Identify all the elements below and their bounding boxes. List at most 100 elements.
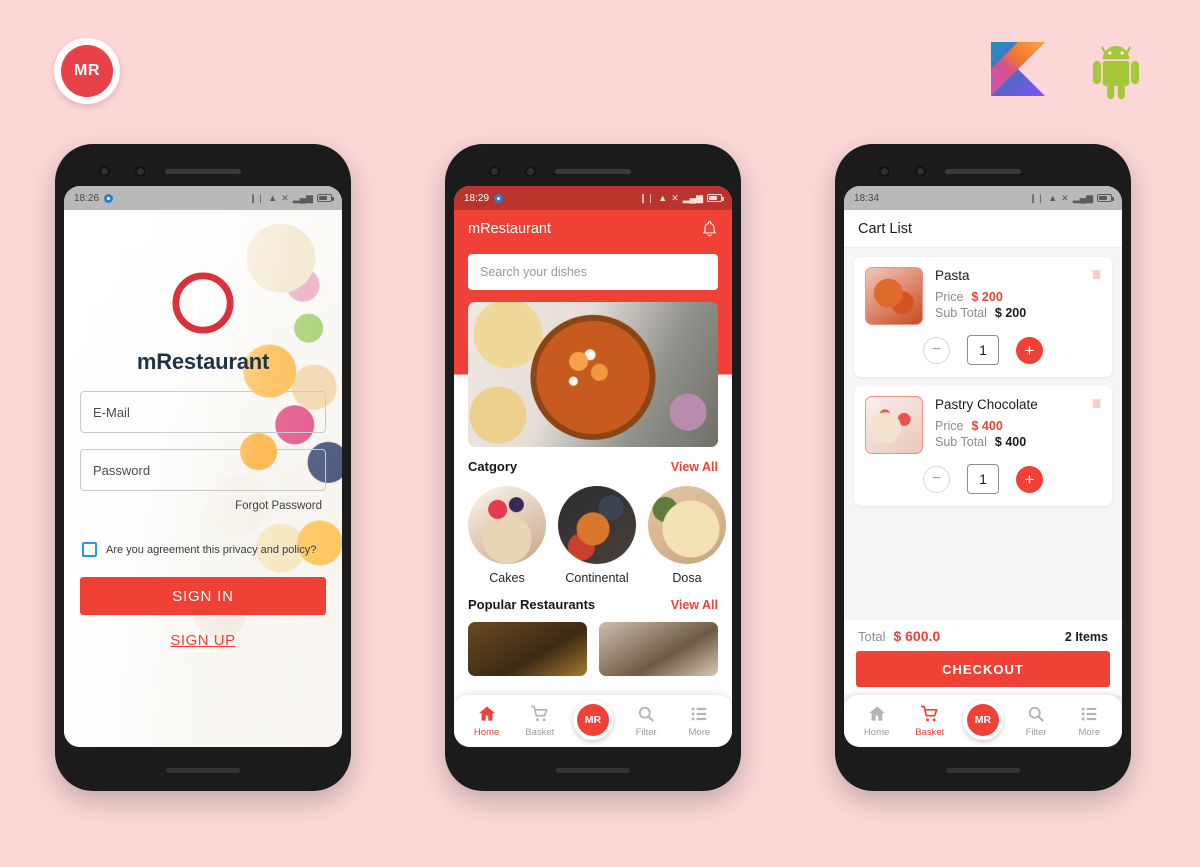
nav-item-home[interactable]: Home — [462, 704, 512, 738]
app-logo-block: mRestaurant — [80, 210, 326, 375]
nav-item-basket[interactable]: Basket — [905, 704, 955, 738]
camera-icon — [135, 166, 146, 177]
quantity-value[interactable]: 1 — [967, 464, 999, 494]
email-field[interactable]: E-Mail — [80, 391, 326, 433]
vibrate-icon: ❙❘ — [1029, 192, 1045, 203]
category-view-all-link[interactable]: View All — [671, 460, 718, 474]
subtotal-value: $ 200 — [994, 306, 1027, 320]
sign-up-link[interactable]: SIGN UP — [80, 632, 326, 649]
wifi-icon: ▲ — [268, 192, 278, 203]
price-label: Price — [935, 419, 964, 433]
list-icon — [692, 707, 707, 721]
cart-total-row: Total $ 600.0 2 Items — [856, 626, 1110, 651]
nav-label: More — [1078, 727, 1101, 738]
screen-cart: 18:34 ❙❘ ▲ ✕ ▂▄▆ Cart List Pasta Price $… — [844, 186, 1122, 747]
camera-icon — [99, 166, 110, 177]
quantity-stepper: − 1 + — [865, 464, 1101, 494]
notification-dot-icon — [104, 193, 114, 203]
quantity-stepper: − 1 + — [865, 335, 1101, 365]
category-image — [648, 486, 726, 564]
wifi-icon: ▲ — [1048, 192, 1058, 203]
category-label: Continental — [565, 571, 629, 585]
category-title: Catgory — [468, 459, 518, 474]
center-fab-wrapper: MR — [958, 700, 1008, 742]
login-form: mRestaurant E-Mail Password Forgot Passw… — [64, 210, 342, 649]
status-bar: 18:29 ❙❘ ▲ ✕ ▂▄▆ — [454, 186, 732, 210]
status-left: 18:34 — [854, 193, 879, 204]
login-body: mRestaurant E-Mail Password Forgot Passw… — [64, 210, 342, 747]
category-list: Cakes Continental Dosa — [454, 474, 732, 585]
popular-view-all-link[interactable]: View All — [671, 598, 718, 612]
delete-icon[interactable] — [1092, 269, 1101, 280]
bottom-navigation: Home Basket MR Filter More — [454, 695, 732, 747]
nav-item-basket[interactable]: Basket — [515, 704, 565, 738]
brand-badge-initials: MR — [61, 45, 113, 97]
earpiece-grille — [555, 169, 631, 174]
popular-title: Popular Restaurants — [468, 597, 596, 612]
privacy-agreement-label: Are you agreement this privacy and polic… — [106, 543, 317, 556]
price-value: $ 400 — [971, 419, 1003, 433]
popular-restaurant-image[interactable] — [468, 622, 587, 676]
decrement-button[interactable]: − — [923, 336, 950, 364]
search-icon — [638, 706, 654, 722]
screen-login: 18:26 ❙❘ ▲ ✕ ▂▄▆ mRestaurant E-Mail Pass… — [64, 186, 342, 747]
sign-in-button[interactable]: SIGN IN — [80, 577, 326, 615]
hero-banner-image[interactable] — [468, 302, 718, 447]
category-item-cakes[interactable]: Cakes — [468, 486, 546, 585]
delete-icon[interactable] — [1092, 398, 1101, 409]
nav-item-filter[interactable]: Filter — [621, 704, 671, 738]
poster-canvas: MR 18:26 ❙❘ ▲ ✕ ▂▄▆ mRestaurant E-Mail P… — [0, 0, 1200, 867]
center-fab-label: MR — [576, 704, 609, 736]
app-bar-title: mRestaurant — [468, 221, 552, 237]
status-bar: 18:26 ❙❘ ▲ ✕ ▂▄▆ — [64, 186, 342, 210]
cellular-icon: ▂▄▆ — [292, 192, 313, 203]
notification-bell-icon[interactable] — [701, 220, 718, 239]
total-label: Total — [858, 629, 886, 644]
cart-item-row: Pastry Chocolate Price $ 400 Sub Total $… — [854, 386, 1112, 506]
privacy-agreement-row[interactable]: Are you agreement this privacy and polic… — [80, 542, 326, 557]
category-item-continental[interactable]: Continental — [558, 486, 636, 585]
nav-item-home[interactable]: Home — [852, 704, 902, 738]
home-icon — [868, 706, 885, 721]
battery-icon — [317, 194, 334, 202]
popular-restaurant-image[interactable] — [599, 622, 718, 676]
category-item-dosa[interactable]: Dosa — [648, 486, 726, 585]
cellular-icon: ▂▄▆ — [1072, 192, 1093, 203]
price-label: Price — [935, 290, 964, 304]
screen-home: 18:29 ❙❘ ▲ ✕ ▂▄▆ mRestaurant Search your… — [454, 186, 732, 747]
nav-label: Basket — [525, 727, 555, 738]
camera-icon — [489, 166, 500, 177]
password-field[interactable]: Password — [80, 449, 326, 491]
cart-item-row: Pasta Price $ 200 Sub Total $ 200 − 1 + — [854, 257, 1112, 377]
signal-off-icon: ✕ — [671, 192, 679, 203]
checkout-button[interactable]: CHECKOUT — [856, 651, 1110, 687]
nav-item-filter[interactable]: Filter — [1011, 704, 1061, 738]
cart-item-name: Pasta — [935, 268, 970, 283]
increment-button[interactable]: + — [1016, 465, 1043, 493]
search-zone: Search your dishes — [454, 248, 732, 302]
status-time: 18:34 — [854, 192, 880, 204]
total-value: $ 600.0 — [893, 628, 941, 644]
center-fab-wrapper: MR — [568, 700, 618, 742]
status-right: ❙❘ ▲ ✕ ▂▄▆ — [1029, 192, 1114, 203]
nav-item-more[interactable]: More — [674, 704, 724, 738]
cart-item-image — [865, 396, 923, 454]
center-fab-button[interactable]: MR — [962, 700, 1003, 740]
cart-item-price-row: Price $ 200 — [935, 290, 1101, 304]
increment-button[interactable]: + — [1016, 336, 1043, 364]
items-count: 2 Items — [1064, 630, 1108, 644]
forgot-password-link[interactable]: Forgot Password — [80, 500, 326, 512]
search-input[interactable]: Search your dishes — [468, 254, 718, 290]
cellular-icon: ▂▄▆ — [682, 192, 703, 203]
quantity-value[interactable]: 1 — [967, 335, 999, 365]
spoon-fork-logo-icon — [172, 272, 234, 334]
cart-body: Cart List Pasta Price $ 200 Sub Total $ … — [844, 210, 1122, 747]
center-fab-button[interactable]: MR — [572, 700, 613, 740]
category-image — [558, 486, 636, 564]
kotlin-logo — [991, 42, 1045, 96]
decrement-button[interactable]: − — [923, 465, 950, 493]
home-icon — [478, 706, 495, 721]
privacy-checkbox[interactable] — [82, 542, 97, 557]
nav-item-more[interactable]: More — [1064, 704, 1114, 738]
bottom-speaker-grille — [166, 768, 240, 773]
